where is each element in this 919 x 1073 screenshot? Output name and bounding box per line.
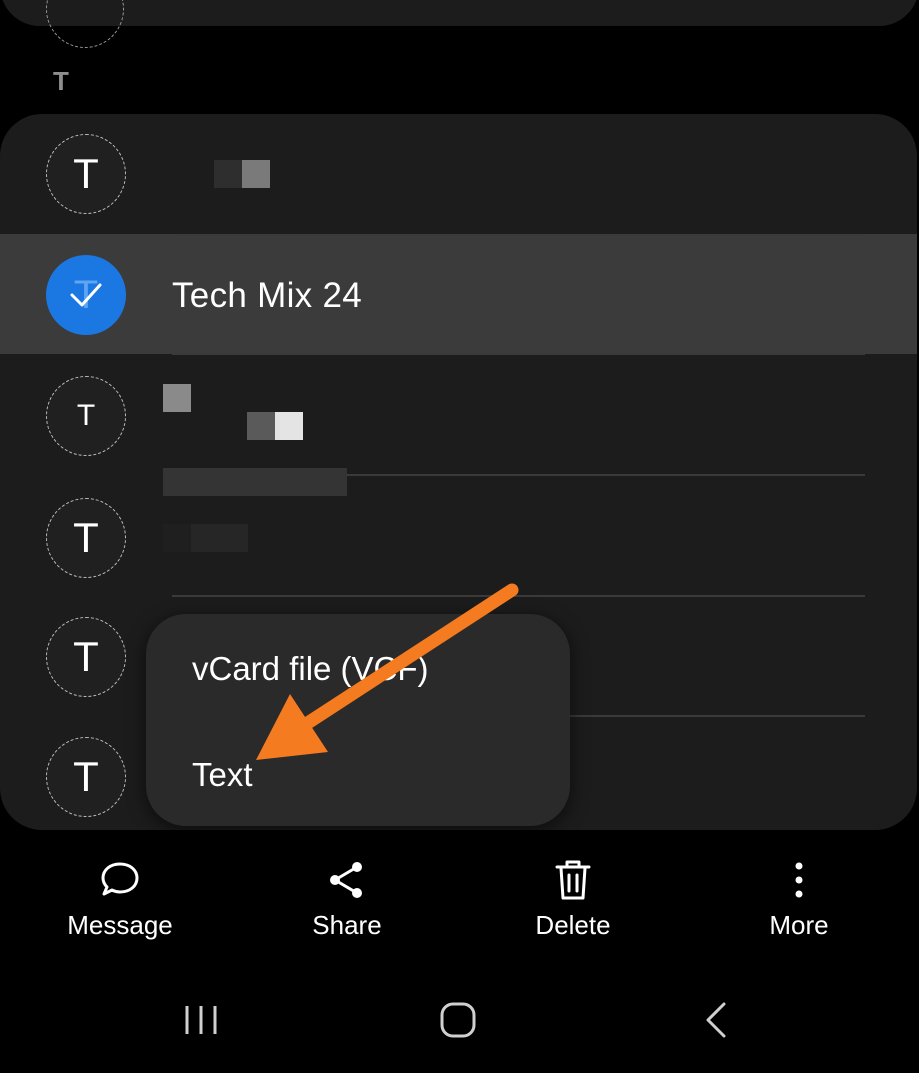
contact-avatar[interactable]: T xyxy=(46,376,126,456)
row-divider xyxy=(172,234,865,236)
delete-button[interactable]: Delete xyxy=(493,858,653,941)
more-button[interactable]: More xyxy=(719,858,879,941)
delete-label: Delete xyxy=(535,910,611,940)
more-label: More xyxy=(769,910,829,940)
bottom-action-bar: Message Share Delete More xyxy=(0,830,919,960)
contact-avatar[interactable]: T xyxy=(46,134,126,214)
redacted-name-block xyxy=(275,412,303,440)
contact-row[interactable]: T xyxy=(0,476,917,596)
share-button[interactable]: Share xyxy=(267,858,427,941)
redacted-name-block xyxy=(242,160,270,188)
avatar-letter: T xyxy=(73,753,99,800)
row-divider xyxy=(172,353,865,355)
avatar-letter: T xyxy=(76,399,96,432)
message-label: Message xyxy=(67,910,173,940)
share-label: Share xyxy=(312,910,382,940)
redacted-name-block xyxy=(163,384,191,412)
contact-row-selected[interactable]: T Tech Mix 24 xyxy=(0,234,917,354)
more-vertical-icon xyxy=(795,862,803,898)
system-navigation-bar xyxy=(0,960,919,1073)
home-icon[interactable] xyxy=(439,1000,479,1040)
redacted-name-block xyxy=(214,160,242,188)
avatar-letter: T xyxy=(73,514,99,561)
message-bubble-icon xyxy=(101,862,139,896)
redacted-name-block xyxy=(247,412,275,440)
contact-name: Tech Mix 24 xyxy=(172,276,363,315)
section-index-letter: T xyxy=(53,66,69,96)
checkmark-icon xyxy=(70,283,102,307)
avatar-letter: T xyxy=(73,150,99,197)
share-icon xyxy=(330,862,362,898)
message-button[interactable]: Message xyxy=(40,858,200,941)
contact-row[interactable]: T xyxy=(0,114,917,234)
back-icon[interactable] xyxy=(702,1000,732,1040)
share-format-menu: vCard file (VCF) Text xyxy=(146,614,570,826)
contact-avatar-partial[interactable] xyxy=(46,0,124,48)
contact-avatar[interactable]: T xyxy=(46,498,126,578)
contact-row[interactable]: T xyxy=(0,356,917,476)
contact-avatar[interactable]: T xyxy=(46,617,126,697)
avatar-letter: T xyxy=(73,633,99,680)
previous-section-card xyxy=(0,0,919,48)
contact-avatar-checked[interactable]: T xyxy=(46,255,126,335)
redacted-name-block xyxy=(191,524,248,552)
contact-avatar[interactable]: T xyxy=(46,737,126,817)
screen: T T T Tech Mix 24 T T T T vCard file (VC… xyxy=(0,0,919,1073)
recent-apps-icon[interactable] xyxy=(183,1000,219,1040)
trash-icon xyxy=(555,860,591,900)
menu-item-vcard[interactable]: vCard file (VCF) xyxy=(192,650,429,688)
redacted-name-block xyxy=(163,524,191,552)
menu-item-text[interactable]: Text xyxy=(192,756,253,794)
